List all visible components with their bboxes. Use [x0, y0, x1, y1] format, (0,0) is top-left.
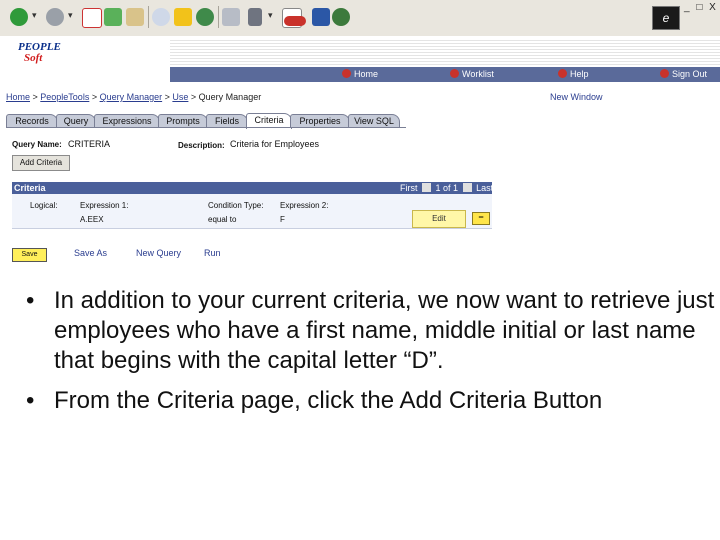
breadcrumb-separator: >	[162, 92, 173, 102]
throbber-label: e	[662, 11, 670, 25]
tab-records[interactable]: Records	[6, 114, 58, 128]
messenger-icon[interactable]	[332, 8, 350, 26]
description-value: Criteria for Employees	[230, 139, 320, 149]
universal-navbar: Home Worklist Help Sign Out	[170, 67, 720, 82]
print-icon[interactable]	[248, 8, 262, 26]
print-dropdown-icon[interactable]: ▾	[268, 10, 273, 21]
nav-help-label: Help	[570, 69, 589, 79]
query-name-label: Query Name:	[12, 140, 62, 149]
stop-icon[interactable]	[82, 8, 102, 28]
home-icon[interactable]	[126, 8, 144, 26]
breadcrumb-use[interactable]: Use	[172, 92, 188, 102]
breadcrumb-separator: >	[89, 92, 100, 102]
nav-signout[interactable]: Sign Out	[660, 67, 707, 82]
edit-criteria-button[interactable]: Edit	[412, 210, 466, 228]
bullet-text: From the Criteria page, click the Add Cr…	[54, 387, 603, 414]
grid-last-link[interactable]: Last	[476, 183, 493, 193]
breadcrumb-peopletools[interactable]: PeopleTools	[40, 92, 89, 102]
bullet-text: In addition to your current criteria, we…	[54, 287, 715, 374]
tab-underline	[6, 127, 406, 128]
cell-expression-1: A.EEX	[80, 215, 104, 224]
bullet-symbol: •	[26, 387, 35, 414]
bullet-item: • In addition to your current criteria, …	[26, 286, 716, 376]
nav-worklist-label: Worklist	[462, 69, 494, 79]
bullet-item: • From the Criteria page, click the Add …	[26, 386, 716, 416]
save-button[interactable]: Save	[12, 248, 47, 262]
run-link[interactable]: Run	[204, 248, 221, 258]
query-name-value: CRITERIA	[68, 139, 111, 149]
tab-fields[interactable]: Fields	[206, 114, 248, 128]
col-header-condition-type: Condition Type:	[208, 201, 264, 210]
back-dropdown-icon[interactable]: ▾	[32, 10, 37, 21]
criteria-grid-title: Criteria	[14, 183, 46, 193]
tab-view-sql[interactable]: View SQL	[348, 114, 400, 128]
col-header-expression-2: Expression 2:	[280, 201, 329, 210]
header-stripes	[170, 40, 720, 68]
new-query-link[interactable]: New Query	[136, 248, 181, 258]
grid-first-link[interactable]: First	[400, 183, 418, 193]
search-icon[interactable]	[152, 8, 170, 26]
worklist-icon	[450, 69, 459, 78]
tab-expressions[interactable]: Expressions	[94, 114, 160, 128]
bullet-symbol: •	[26, 287, 35, 314]
toolbar-divider	[218, 6, 219, 28]
delete-row-button[interactable]: −	[472, 212, 490, 225]
browser-toolbar: ▾ ▾ ▾	[0, 0, 720, 37]
translate-icon[interactable]	[312, 8, 330, 26]
tab-query[interactable]: Query	[56, 114, 96, 128]
refresh-icon[interactable]	[104, 8, 122, 26]
col-header-expression-1: Expression 1:	[80, 201, 129, 210]
breadcrumb-current: Query Manager	[198, 92, 262, 102]
grid-range-label: 1 of 1	[435, 183, 459, 193]
breadcrumb-separator: >	[188, 92, 199, 102]
grid-prev-icon[interactable]	[422, 183, 432, 192]
breadcrumb: Home > PeopleTools > Query Manager > Use…	[6, 92, 261, 102]
query-tabs: Records Query Expressions Prompts Fields…	[6, 113, 400, 129]
nav-home-label: Home	[354, 69, 379, 79]
tab-prompts[interactable]: Prompts	[158, 114, 208, 128]
cell-expression-2: F	[280, 215, 285, 224]
nav-worklist[interactable]: Worklist	[450, 67, 494, 82]
forward-arrow-icon[interactable]	[46, 8, 64, 26]
tab-properties[interactable]: Properties	[290, 114, 350, 128]
breadcrumb-home[interactable]: Home	[6, 92, 30, 102]
signout-icon	[660, 69, 669, 78]
breadcrumb-separator: >	[30, 92, 41, 102]
go-icon[interactable]	[284, 16, 306, 26]
description-label: Description:	[178, 141, 225, 150]
criteria-grid-navigation: First 1 of 1 Last	[400, 182, 493, 194]
cell-condition-type: equal to	[208, 215, 237, 224]
new-window-link[interactable]: New Window	[550, 92, 603, 102]
toolbar-divider	[148, 6, 149, 28]
add-criteria-button[interactable]: Add Criteria	[12, 155, 70, 171]
grid-next-icon[interactable]	[462, 183, 472, 192]
favorites-icon[interactable]	[174, 8, 192, 26]
nav-home[interactable]: Home	[342, 67, 378, 82]
col-header-logical: Logical:	[30, 201, 58, 210]
back-arrow-icon[interactable]	[10, 8, 28, 26]
help-icon	[558, 69, 567, 78]
window-controls[interactable]: _ □ X	[684, 2, 718, 16]
mail-icon[interactable]	[222, 8, 240, 26]
breadcrumb-query-manager[interactable]: Query Manager	[100, 92, 163, 102]
save-as-link[interactable]: Save As	[74, 248, 107, 258]
logo-line-2: Soft	[24, 52, 43, 64]
history-icon[interactable]	[196, 8, 214, 26]
nav-signout-label: Sign Out	[672, 69, 708, 79]
peoplesoft-logo: PEOPLE Soft	[18, 42, 61, 72]
slide-bullets: • In addition to your current criteria, …	[26, 286, 716, 426]
forward-dropdown-icon[interactable]: ▾	[68, 10, 73, 21]
browser-throbber-icon: e	[652, 6, 680, 30]
nav-help[interactable]: Help	[558, 67, 589, 82]
home-icon	[342, 69, 351, 78]
